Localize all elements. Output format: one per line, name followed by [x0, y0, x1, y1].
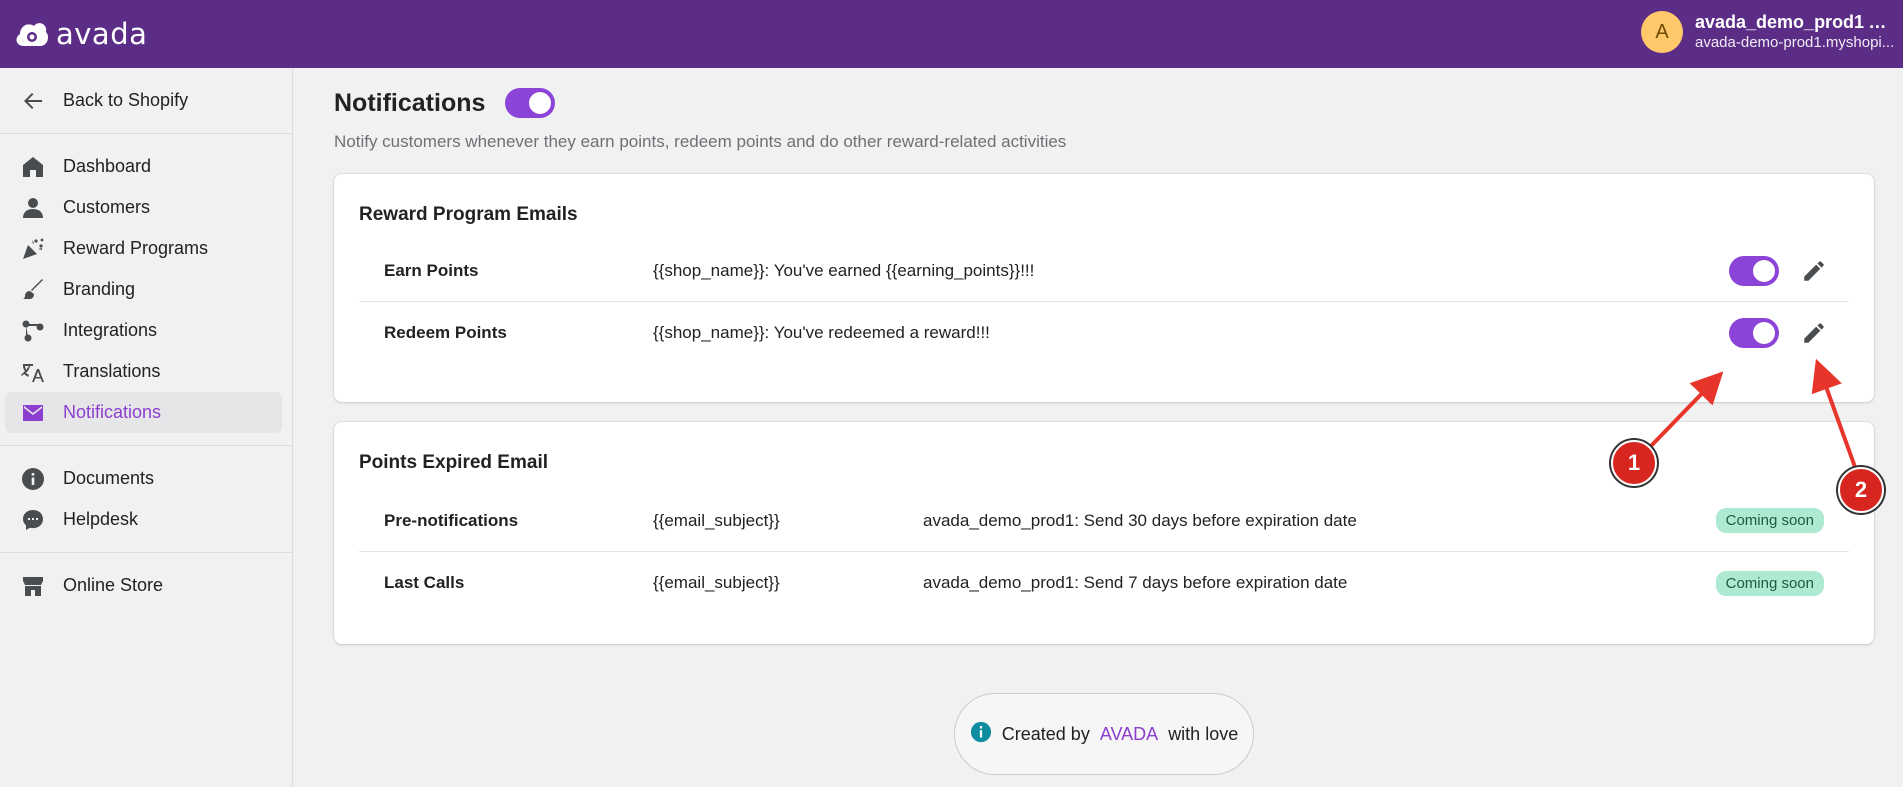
back-to-shopify-link[interactable]: Back to Shopify [5, 80, 282, 121]
chat-icon [19, 506, 47, 534]
sidebar-item-label: Helpdesk [63, 509, 139, 529]
account-url: avada-demo-prod1.myshopi... [1695, 33, 1895, 51]
info-icon [970, 721, 992, 748]
divider [0, 552, 292, 553]
main-content: Notifications Notify customers whenever … [334, 68, 1874, 644]
sidebar-item-online-store[interactable]: Online Store [5, 565, 282, 606]
sidebar-item-label: Online Store [63, 575, 164, 595]
divider [0, 133, 292, 134]
avatar: A [1641, 11, 1683, 53]
sidebar-item-label: Translations [63, 361, 161, 381]
info-icon [19, 465, 47, 493]
email-subject: {{email_subject}} [653, 573, 780, 592]
sidebar-item-integrations[interactable]: Integrations [5, 310, 282, 351]
brand[interactable]: avada [14, 17, 147, 51]
reward-program-emails-card: Reward Program Emails Earn Points {{shop… [334, 174, 1874, 402]
annotation-marker-1: 1 [1611, 440, 1657, 486]
footer-suffix: with love [1168, 723, 1239, 744]
page-title: Notifications [334, 88, 486, 117]
brand-name: avada [56, 17, 148, 51]
sidebar-item-label: Documents [63, 468, 155, 488]
table-row: Last Calls {{email_subject}} avada_demo_… [359, 552, 1849, 614]
avada-link[interactable]: AVADA [1100, 724, 1158, 745]
earn-points-toggle[interactable] [1729, 255, 1779, 286]
divider [0, 445, 292, 446]
email-name: Earn Points [384, 260, 479, 280]
table-row: Redeem Points {{shop_name}}: You've rede… [359, 302, 1849, 364]
email-subject: {{shop_name}}: You've earned {{earning_p… [653, 260, 1035, 280]
email-description: avada_demo_prod1: Send 30 days before ex… [923, 510, 1357, 530]
brush-icon [19, 276, 47, 304]
page-description: Notify customers whenever they earn poin… [334, 132, 1067, 151]
footer-credit: Created by AVADA with love [954, 693, 1254, 775]
email-subject: {{email_subject}} [653, 510, 780, 530]
person-icon [19, 194, 47, 222]
sidebar-item-label: Branding [63, 279, 136, 299]
sidebar-item-reward-programs[interactable]: Reward Programs [5, 228, 282, 269]
pencil-icon[interactable] [1799, 318, 1829, 348]
back-label: Back to Shopify [63, 90, 189, 110]
sidebar-item-label: Customers [63, 197, 151, 217]
table-row: Pre-notifications {{email_subject}} avad… [359, 490, 1849, 552]
notifications-master-toggle[interactable] [505, 88, 556, 118]
sidebar-item-documents[interactable]: Documents [5, 458, 282, 499]
mail-icon [19, 399, 47, 427]
email-name: Pre-notifications [384, 510, 519, 530]
table-row: Earn Points {{shop_name}}: You've earned… [359, 240, 1849, 302]
sidebar: Back to Shopify Dashboard Customers Rewa… [0, 68, 293, 787]
sidebar-item-notifications[interactable]: Notifications [5, 392, 282, 433]
home-icon [19, 153, 47, 181]
sidebar-item-label: Reward Programs [63, 238, 209, 258]
avada-logo-icon [16, 23, 48, 46]
status-badge: Coming soon [1715, 570, 1824, 596]
sidebar-item-label: Integrations [63, 320, 158, 340]
pencil-icon[interactable] [1799, 256, 1829, 286]
arrow-left-icon [19, 87, 47, 115]
sidebar-item-label: Dashboard [63, 156, 152, 176]
account-menu[interactable]: A avada_demo_prod1 Ad... avada-demo-prod… [1641, 11, 1895, 53]
sidebar-item-dashboard[interactable]: Dashboard [5, 146, 282, 187]
card-title: Reward Program Emails [359, 204, 578, 225]
sidebar-item-helpdesk[interactable]: Helpdesk [5, 499, 282, 540]
status-badge: Coming soon [1715, 508, 1824, 533]
redeem-points-toggle[interactable] [1729, 318, 1779, 348]
footer-prefix: Created by [1001, 723, 1090, 744]
store-icon [19, 572, 47, 600]
confetti-icon [19, 235, 47, 263]
translate-icon [19, 358, 47, 386]
email-subject: {{shop_name}}: You've redeemed a reward!… [653, 323, 990, 342]
top-bar: avada A avada_demo_prod1 Ad... avada-dem… [0, 0, 1903, 68]
integrations-icon [19, 317, 47, 345]
email-description: avada_demo_prod1: Send 7 days before exp… [923, 573, 1348, 592]
annotation-marker-2: 2 [1838, 467, 1884, 513]
account-name: avada_demo_prod1 Ad... [1695, 12, 1895, 33]
sidebar-item-label: Notifications [63, 402, 162, 422]
sidebar-item-customers[interactable]: Customers [5, 187, 282, 228]
email-name: Redeem Points [384, 323, 507, 342]
sidebar-item-branding[interactable]: Branding [5, 269, 282, 310]
email-name: Last Calls [384, 573, 465, 592]
sidebar-item-translations[interactable]: Translations [5, 351, 282, 392]
